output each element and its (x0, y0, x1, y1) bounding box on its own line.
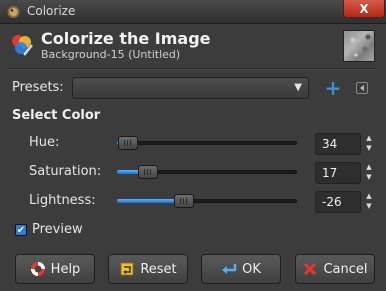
lightness-spin-arrows-icon[interactable]: ▲ ▼ (364, 191, 374, 213)
hue-spin-arrows-icon[interactable]: ▲ ▼ (364, 133, 374, 155)
add-preset-icon[interactable]: + (323, 77, 343, 99)
gimp-app-icon (7, 6, 20, 18)
close-button[interactable]: X (343, 0, 385, 18)
dialog-subtitle: Background-15 (Untitled) (41, 48, 181, 61)
hue-slider-handle[interactable] (118, 136, 138, 150)
chevron-down-icon: ▼ (294, 82, 302, 93)
colorize-icon (12, 35, 34, 57)
reset-button[interactable]: Reset (108, 254, 188, 284)
preset-menu-icon[interactable] (356, 82, 368, 94)
help-label: Help (50, 261, 81, 277)
header-separator (8, 68, 378, 70)
select-color-heading: Select Color (12, 108, 101, 123)
cancel-label: Cancel (323, 261, 368, 277)
saturation-slider[interactable] (117, 165, 297, 179)
hue-label: Hue: (29, 135, 60, 150)
hue-spinbox[interactable]: 34 (315, 133, 361, 155)
ok-label: OK (242, 261, 261, 277)
saturation-slider-handle[interactable] (138, 165, 158, 179)
help-button[interactable]: Help (15, 254, 95, 284)
lightness-slider[interactable] (117, 194, 297, 208)
lightness-slider-handle[interactable] (174, 194, 194, 208)
hue-slider[interactable] (117, 136, 297, 150)
reset-label: Reset (140, 261, 177, 277)
lifebuoy-icon (30, 262, 45, 276)
lightness-spinbox[interactable]: -26 (315, 191, 361, 213)
preview-label[interactable]: Preview (32, 222, 83, 237)
lightness-label: Lightness: (29, 193, 96, 208)
presets-label: Presets: (12, 80, 64, 95)
dialog-title: Colorize the Image (41, 29, 211, 48)
ok-button[interactable]: OK (201, 254, 281, 284)
cancel-button[interactable]: Cancel (295, 254, 375, 284)
reset-icon (120, 262, 134, 276)
preview-checkbox[interactable]: ✔ (15, 224, 27, 236)
window-title: Colorize (27, 4, 76, 18)
enter-arrow-icon (222, 264, 237, 274)
image-thumbnail (343, 30, 375, 62)
cancel-x-icon (304, 262, 317, 276)
saturation-spin-arrows-icon[interactable]: ▲ ▼ (364, 162, 374, 184)
saturation-label: Saturation: (29, 164, 102, 179)
presets-combo[interactable]: ▼ (72, 77, 309, 99)
hue-track (117, 141, 297, 145)
saturation-spinbox[interactable]: 17 (315, 162, 361, 184)
window-titlebar: Colorize X (0, 0, 386, 24)
